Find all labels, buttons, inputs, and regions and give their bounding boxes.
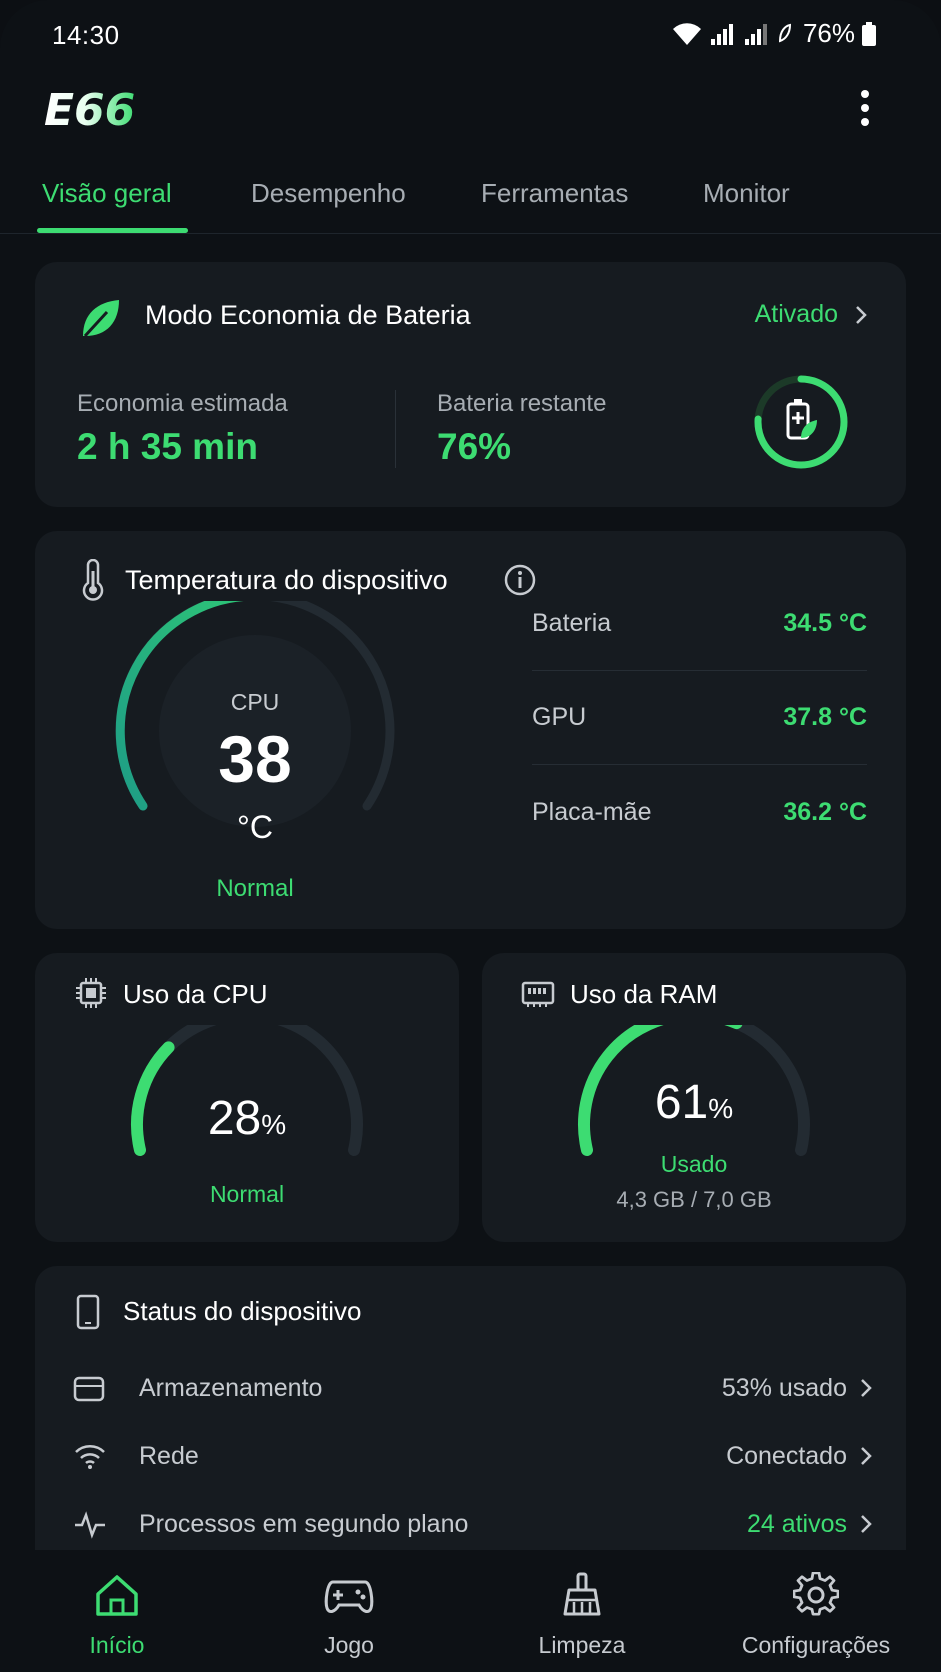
device-row-value: 24 ativos (746, 1509, 847, 1538)
tab-tools[interactable]: Ferramentas (481, 178, 628, 209)
phone-icon (76, 1294, 100, 1330)
temperature-row-battery: Bateria 34.5 °C (532, 577, 867, 671)
temp-row-label: GPU (532, 703, 587, 731)
memory-icon (521, 981, 555, 1007)
cpu-usage-title: Uso da CPU (123, 979, 268, 1009)
storage-icon (73, 1376, 105, 1402)
temp-row-label: Placa-mãe (532, 797, 652, 826)
nav-settings[interactable]: Configurações (716, 1572, 916, 1659)
nav-label: Início (89, 1632, 145, 1658)
temp-row-value: 36.2 °C (783, 797, 867, 826)
device-row-processes[interactable]: Processos em segundo plano 24 ativos (73, 1500, 873, 1548)
device-row-label: Processos em segundo plano (139, 1509, 469, 1538)
battery-saver-card[interactable]: Modo Economia de Bateria Ativado Economi… (35, 262, 906, 507)
device-row-label: Armazenamento (139, 1373, 323, 1402)
chevron-right-icon (861, 1447, 872, 1465)
divider (395, 390, 396, 468)
temperature-card: Temperatura do dispositivo CPU 38 °C Nor… (35, 531, 906, 929)
ram-usage-status: Usado (660, 1151, 728, 1177)
battery-ring-gauge (754, 375, 848, 469)
tab-overview[interactable]: Visão geral (42, 178, 172, 209)
overflow-menu-button[interactable] (847, 88, 883, 128)
temperature-title: Temperatura do dispositivo (125, 565, 448, 595)
wifi-signal-icon (672, 22, 701, 45)
cpu-usage-card[interactable]: Uso da CPU 28% Normal (35, 953, 459, 1242)
battery-icon (862, 21, 876, 46)
device-row-label: Rede (139, 1441, 199, 1470)
gauge-label: CPU (230, 689, 280, 715)
logo-text: E66 (44, 86, 135, 130)
wifi-icon (75, 1445, 105, 1469)
battery-saver-status-link[interactable]: Ativado (755, 300, 868, 329)
cpu-chip-icon (76, 978, 106, 1008)
status-time: 14:30 (52, 20, 120, 50)
device-status-title: Status do dispositivo (123, 1296, 362, 1326)
temperature-unit: °C (237, 809, 273, 845)
app-logo: E66 (44, 85, 164, 136)
device-row-value: Conectado (726, 1441, 847, 1470)
cpu-usage-status: Normal (209, 1181, 285, 1207)
battery-saver-title: Modo Economia de Bateria (145, 300, 471, 330)
nav-home[interactable]: Início (17, 1572, 217, 1659)
status-bar: 14:30 76% (0, 0, 941, 72)
temperature-row-motherboard: Placa-mãe 36.2 °C (532, 765, 867, 859)
tab-bar: Visão geral Desempenho Ferramentas Monit… (0, 168, 941, 234)
ram-usage-title: Uso da RAM (570, 979, 718, 1009)
broom-icon (563, 1572, 601, 1616)
gear-icon (793, 1572, 839, 1616)
temperature-row-gpu: GPU 37.8 °C (532, 671, 867, 765)
device-row-storage[interactable]: Armazenamento 53% usado (73, 1364, 873, 1412)
ram-usage-value: 61% (654, 1076, 734, 1129)
ram-usage-detail: 4,3 GB / 7,0 GB (616, 1187, 772, 1212)
temp-row-label: Bateria (532, 609, 612, 637)
activity-icon (75, 1511, 105, 1539)
cpu-temperature-value: 38 (218, 722, 292, 796)
temp-row-value: 37.8 °C (783, 703, 867, 731)
temp-row-value: 34.5 °C (783, 609, 867, 637)
status-battery-text: 76% (802, 18, 855, 48)
thermometer-icon (82, 559, 104, 601)
cell-signal-icon (710, 23, 733, 45)
battery-saver-status-icon (778, 23, 791, 42)
nav-label: Jogo (324, 1632, 374, 1658)
battery-saver-status: Ativado (754, 300, 838, 328)
chevron-right-icon (861, 1515, 872, 1533)
device-row-network[interactable]: Rede Conectado (73, 1432, 873, 1480)
nav-label: Limpeza (538, 1632, 626, 1658)
estimated-saving-value: 2 h 35 min (77, 426, 258, 467)
temperature-status: Normal (216, 875, 294, 902)
tab-monitor[interactable]: Monitor (703, 178, 790, 209)
app-screen: 14:30 76% E66 Visão geral Desempenho Fer… (0, 0, 941, 1672)
device-status-card: Status do dispositivo Armazenamento 53% … (35, 1266, 906, 1566)
cell-signal-2-icon (744, 23, 767, 45)
status-icons: 76% (671, 18, 877, 49)
battery-remaining-label: Bateria restante (437, 390, 607, 417)
bottom-navigation: Início Jogo Limpeza Configurações (0, 1550, 941, 1672)
battery-remaining-value: 76% (437, 426, 512, 467)
nav-label: Configurações (741, 1632, 891, 1658)
leaf-icon (83, 300, 119, 338)
cpu-usage-value: 28% (207, 1092, 287, 1145)
chevron-right-icon (856, 305, 867, 324)
chevron-right-icon (861, 1379, 872, 1397)
nav-cleanup[interactable]: Limpeza (482, 1572, 682, 1659)
active-tab-indicator (37, 228, 188, 233)
device-row-value: 53% usado (721, 1373, 847, 1402)
tab-performance[interactable]: Desempenho (251, 178, 406, 209)
ram-usage-card[interactable]: Uso da RAM 61% Usado 4,3 GB / 7,0 GB (482, 953, 906, 1242)
home-icon (96, 1575, 138, 1616)
gamepad-icon (324, 1580, 374, 1614)
battery-leaf-icon (786, 399, 817, 440)
estimated-saving-label: Economia estimada (77, 390, 288, 417)
nav-game[interactable]: Jogo (249, 1572, 449, 1659)
